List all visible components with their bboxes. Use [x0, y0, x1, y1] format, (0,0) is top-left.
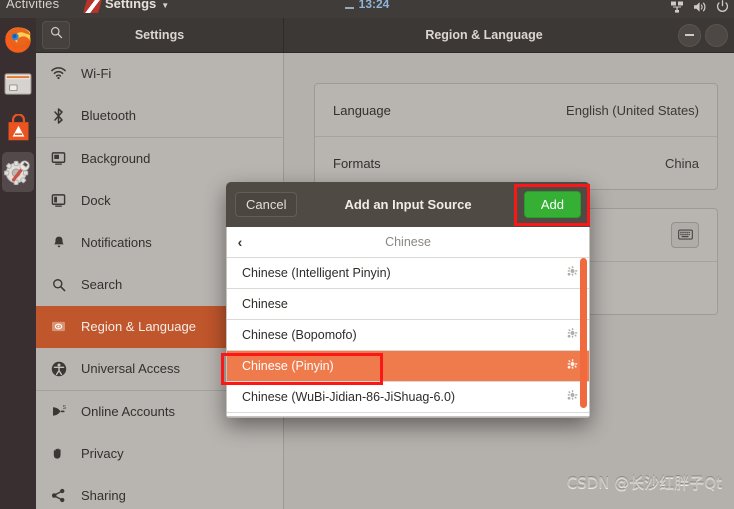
region-settings-group: Language English (United States) Formats… [314, 83, 718, 190]
minimize-icon [685, 34, 694, 36]
bell-icon [50, 235, 67, 250]
cancel-button[interactable]: Cancel [235, 192, 298, 217]
search-icon [50, 278, 67, 292]
list-item-label: Chinese [242, 297, 288, 311]
breadcrumb-label: Chinese [385, 235, 431, 249]
ubuntu-dock [0, 18, 36, 509]
accessibility-icon [50, 361, 67, 377]
sidebar-item-label: Sharing [81, 488, 126, 503]
list-item[interactable]: Chinese (WuBi-Jidian-86-JiShuag-6.0) [227, 382, 589, 413]
list-item[interactable]: Chinese (Intelligent Pinyin) [227, 258, 589, 289]
page-title: Region & Language [425, 28, 543, 42]
list-item-label: Chinese (Pinyin) [242, 359, 334, 373]
svg-text:S: S [62, 405, 66, 411]
row-value: English (United States) [566, 102, 699, 118]
sidebar-item-label: Region & Language [81, 319, 196, 334]
add-button[interactable]: Add [523, 191, 581, 218]
clock-label: 13:24 [358, 0, 390, 11]
dock-item-ubuntu-software[interactable] [0, 106, 36, 150]
clock-button[interactable]: 13:24 [0, 0, 734, 11]
list-item-label: Chinese (Intelligent Pinyin) [242, 266, 391, 280]
dock-item-files[interactable] [0, 62, 36, 106]
sidebar-item-label: Universal Access [81, 361, 180, 376]
screen: Settings Region & Language Wi-Fi Bluetoo… [0, 0, 734, 509]
list-scrollbar[interactable] [580, 258, 587, 408]
dialog-header: Cancel Add an Input Source Add [226, 182, 590, 227]
volume-icon [693, 0, 707, 18]
add-button-wrapper: Add [523, 191, 581, 218]
window-header: Settings Region & Language [36, 18, 734, 53]
system-status-menu[interactable] [670, 0, 729, 18]
row-language[interactable]: Language English (United States) [315, 84, 717, 137]
add-input-source-dialog: Cancel Add an Input Source Add ‹ Chinese… [226, 182, 590, 417]
list-item-label: Chinese (Bopomofo) [242, 328, 357, 342]
firefox-icon [5, 27, 31, 53]
dock-icon [50, 193, 67, 208]
online-accounts-icon: S [50, 404, 67, 419]
dock-item-settings[interactable] [0, 150, 36, 194]
list-item[interactable]: Chinese (Bopomofo) [227, 320, 589, 351]
sidebar-item-sharing[interactable]: Sharing [36, 475, 283, 509]
gnome-top-bar: Activities Settings ▼ 13:24 [0, 0, 734, 18]
search-icon [50, 26, 63, 44]
row-label: Formats [333, 155, 381, 171]
list-item-selected[interactable]: Chinese (Pinyin) [227, 351, 589, 382]
sharing-icon [50, 488, 67, 503]
close-button[interactable] [705, 23, 728, 47]
settings-title: Settings [134, 28, 185, 42]
wifi-icon [50, 67, 67, 80]
gear-icon[interactable] [566, 265, 579, 281]
window-header-right: Region & Language [284, 18, 734, 52]
breadcrumb: ‹ Chinese [227, 227, 589, 258]
gear-icon[interactable] [566, 358, 579, 374]
sidebar-item-label: Privacy [81, 446, 124, 461]
sidebar-item-label: Wi-Fi [81, 66, 112, 81]
gear-icon[interactable] [566, 327, 579, 343]
sidebar-item-label: Search [81, 277, 123, 292]
window-controls [678, 23, 730, 47]
sidebar-item-wifi[interactable]: Wi-Fi [36, 53, 283, 95]
sidebar-item-bluetooth[interactable]: Bluetooth [36, 95, 283, 137]
privacy-hand-icon [50, 446, 67, 461]
watermark: CSDN @长沙红胖子Qt [566, 474, 722, 492]
settings-gear-wrench-icon [4, 160, 30, 186]
calendar-icon [344, 0, 354, 9]
window-header-left: Settings [36, 18, 284, 52]
sidebar-item-label: Notifications [81, 235, 152, 250]
input-source-list: ‹ Chinese Chinese (Intelligent Pinyin) C… [226, 227, 590, 417]
chevron-left-icon[interactable]: ‹ [227, 234, 253, 250]
background-icon [50, 151, 67, 166]
bluetooth-icon [50, 107, 67, 124]
gear-icon[interactable] [566, 389, 579, 405]
list-item-label: Chinese (WuBi-Jidian-86-JiShuag-6.0) [242, 390, 456, 404]
list-item[interactable]: Chinese [227, 289, 589, 320]
row-value: China [665, 155, 699, 171]
minimize-button[interactable] [678, 23, 701, 47]
dock-item-firefox[interactable] [0, 18, 36, 62]
search-button[interactable] [42, 21, 70, 49]
sidebar-item-label: Background [81, 151, 151, 166]
sidebar-item-background[interactable]: Background [36, 138, 283, 180]
row-label: Language [333, 102, 391, 118]
sidebar-item-label: Bluetooth [81, 108, 136, 123]
network-icon [670, 0, 684, 18]
sidebar-item-label: Online Accounts [81, 404, 175, 419]
keyboard-shortcuts-button[interactable] [671, 222, 699, 248]
power-icon [716, 0, 729, 18]
keyboard-icon [677, 228, 693, 243]
region-language-icon [50, 320, 67, 333]
ubuntu-software-icon [8, 113, 28, 140]
sidebar-item-label: Dock [81, 193, 111, 208]
files-icon [4, 73, 32, 95]
sidebar-item-privacy[interactable]: Privacy [36, 433, 283, 475]
